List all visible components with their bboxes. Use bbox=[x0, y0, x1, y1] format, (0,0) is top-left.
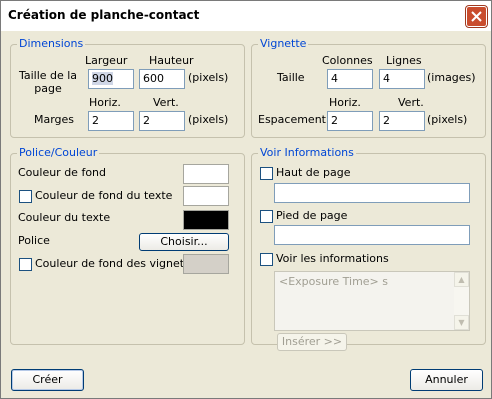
footer-input[interactable] bbox=[274, 225, 470, 245]
margin-unit-label: (pixels) bbox=[188, 113, 229, 126]
title-bar: Création de planche-contact bbox=[1, 1, 491, 31]
hauteur-label: Hauteur bbox=[149, 54, 194, 67]
font-color-legend: Police/Couleur bbox=[17, 146, 100, 159]
margins-label: Marges bbox=[34, 113, 75, 126]
font-label: Police bbox=[18, 234, 50, 247]
bg-color-swatch[interactable] bbox=[183, 164, 229, 184]
scroll-up-icon[interactable]: ▲ bbox=[454, 272, 469, 287]
dimensions-group: Dimensions Largeur Hauteur Taille de la … bbox=[10, 37, 245, 138]
margin-horiz-label: Horiz. bbox=[89, 96, 121, 109]
header-checkbox[interactable] bbox=[260, 167, 273, 180]
footer-checkbox[interactable] bbox=[260, 210, 273, 223]
info-legend: Voir Informations bbox=[258, 146, 356, 159]
dialog-title: Création de planche-contact bbox=[8, 8, 200, 22]
lignes-label: Lignes bbox=[386, 54, 422, 67]
create-button[interactable]: Créer bbox=[11, 369, 84, 391]
footer-label: Pied de page bbox=[276, 209, 348, 222]
text-bg-checkbox[interactable] bbox=[19, 190, 32, 203]
dimensions-legend: Dimensions bbox=[17, 37, 86, 50]
spacing-vert-label: Vert. bbox=[398, 96, 424, 109]
page-unit-label: (pixels) bbox=[188, 71, 229, 84]
cancel-button[interactable]: Annuler bbox=[410, 369, 483, 391]
show-info-label: Voir les informations bbox=[276, 252, 389, 265]
dialog-window: Création de planche-contact Dimensions L… bbox=[0, 0, 492, 399]
vignette-legend: Vignette bbox=[258, 37, 309, 50]
thumb-unit-label: (images) bbox=[427, 71, 476, 84]
text-color-label: Couleur du texte bbox=[18, 211, 111, 224]
text-bg-swatch[interactable] bbox=[183, 186, 229, 206]
margin-vert-input[interactable]: 2 bbox=[139, 111, 185, 131]
spacing-vert-input[interactable]: 2 bbox=[379, 111, 425, 131]
page-width-input[interactable]: 900 bbox=[88, 69, 134, 89]
page-size-label: Taille de la page bbox=[18, 69, 78, 95]
scroll-down-icon[interactable]: ▼ bbox=[454, 315, 469, 330]
spacing-label: Espacement bbox=[258, 113, 326, 126]
text-bg-label: Couleur de fond du texte bbox=[35, 189, 173, 202]
info-group: Voir Informations Haut de page Pied de p… bbox=[251, 146, 486, 351]
thumb-bg-swatch[interactable] bbox=[183, 254, 229, 274]
margin-horiz-input[interactable]: 2 bbox=[88, 111, 134, 131]
header-label: Haut de page bbox=[276, 166, 351, 179]
colonnes-label: Colonnes bbox=[322, 54, 373, 67]
spacing-horiz-input[interactable]: 2 bbox=[327, 111, 373, 131]
close-button[interactable] bbox=[466, 6, 487, 27]
thumb-size-label: Taille bbox=[277, 71, 305, 84]
insert-button[interactable]: Insérer >> bbox=[277, 333, 347, 351]
header-input[interactable] bbox=[274, 183, 470, 203]
largeur-label: Largeur bbox=[85, 54, 128, 67]
thumb-bg-label: Couleur de fond des vignettes bbox=[35, 257, 201, 270]
info-scrollbar[interactable]: ▲ ▼ bbox=[454, 272, 469, 330]
info-text: <Exposure Time> s bbox=[279, 275, 389, 288]
vignette-group: Vignette Colonnes Lignes Taille 4 4 (ima… bbox=[251, 37, 486, 138]
spacing-unit-label: (pixels) bbox=[427, 113, 468, 126]
text-color-swatch[interactable] bbox=[183, 210, 229, 230]
font-color-group: Police/Couleur Couleur de fond Couleur d… bbox=[10, 146, 245, 345]
bg-color-label: Couleur de fond bbox=[18, 166, 106, 179]
rows-input[interactable]: 4 bbox=[379, 69, 425, 89]
page-height-input[interactable]: 600 bbox=[139, 69, 185, 89]
margin-vert-label: Vert. bbox=[153, 96, 179, 109]
columns-input[interactable]: 4 bbox=[327, 69, 373, 89]
show-info-checkbox[interactable] bbox=[260, 253, 273, 266]
thumb-bg-checkbox[interactable] bbox=[19, 258, 32, 271]
close-icon bbox=[471, 11, 482, 22]
info-textarea[interactable]: <Exposure Time> s ▲ ▼ bbox=[274, 271, 470, 331]
choose-font-button[interactable]: Choisir... bbox=[139, 233, 229, 251]
spacing-horiz-label: Horiz. bbox=[329, 96, 361, 109]
